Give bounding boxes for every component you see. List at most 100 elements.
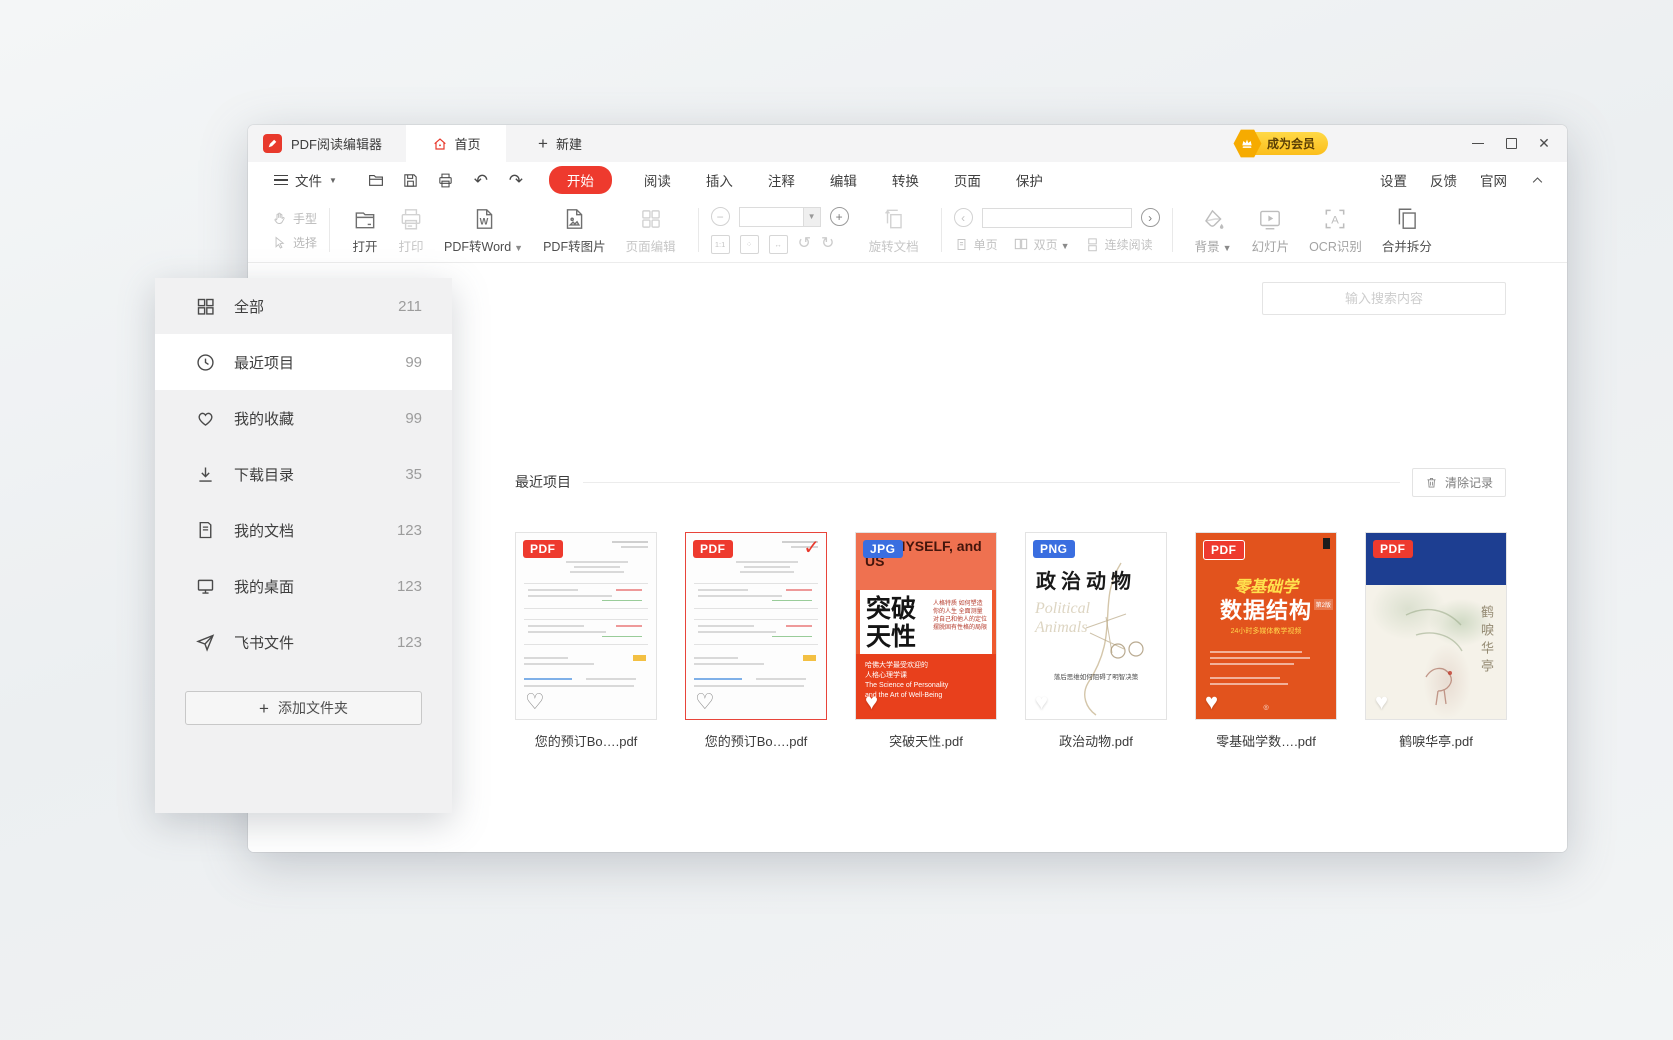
favorite-heart-icon[interactable]: ♥ (1205, 691, 1218, 713)
continuous-read-button[interactable]: 连续阅读 (1085, 236, 1153, 253)
rotate-document-button[interactable]: 旋转文档 (859, 206, 929, 255)
rotate-right-button[interactable]: ↻ (821, 236, 834, 252)
zoom-in-button[interactable]: + (830, 207, 849, 226)
chevron-down-icon: ▼ (1223, 243, 1232, 253)
sidebar-item-recent[interactable]: 最近项目 99 (155, 334, 452, 390)
select-tool-button[interactable]: 选择 (272, 234, 317, 251)
chevron-down-icon: ▼ (329, 176, 337, 185)
minimize-button[interactable] (1471, 137, 1485, 151)
file-type-badge: JPG (863, 540, 903, 558)
fit-width-button[interactable]: ↔ (769, 235, 788, 254)
single-page-label: 单页 (974, 236, 998, 253)
continuous-icon (1085, 237, 1100, 252)
chevron-down-icon: ▼ (514, 243, 523, 253)
cover-logo (1323, 538, 1330, 549)
file-menu[interactable]: 文件 ▼ (274, 170, 337, 190)
favorite-heart-icon[interactable]: ♥ (1375, 691, 1388, 713)
background-label: 背景▼ (1195, 236, 1232, 255)
prev-page-button[interactable]: ‹ (954, 208, 973, 227)
file-card-selected[interactable]: PDF ✓ ♡ 您的预订Bo….pdf (685, 532, 827, 750)
ribbon-tab-page[interactable]: 页面 (954, 170, 981, 190)
feedback-link[interactable]: 反馈 (1430, 170, 1457, 190)
website-link[interactable]: 官网 (1480, 170, 1507, 190)
file-card[interactable]: 鹤唳华亭 PDF ♥ 鹤唳华亭.pdf (1365, 532, 1507, 750)
favorite-heart-icon[interactable]: ♡ (695, 691, 715, 713)
fit-page-button[interactable]: ⁘ (740, 235, 759, 254)
file-name: 零基础学数….pdf (1195, 731, 1337, 750)
add-folder-label: 添加文件夹 (278, 698, 348, 718)
tab-new[interactable]: + 新建 (520, 125, 600, 162)
file-card[interactable]: PDF ♡ 您的预订Bo….pdf (515, 532, 657, 750)
file-type-badge: PDF (1203, 540, 1245, 560)
next-page-button[interactable]: › (1141, 208, 1160, 227)
close-button[interactable]: ✕ (1537, 137, 1551, 151)
ribbon-tab-start[interactable]: 开始 (549, 166, 612, 194)
open-button[interactable]: 打开 (342, 206, 388, 255)
printer-icon (398, 206, 424, 232)
ribbon-tab-read[interactable]: 阅读 (644, 170, 671, 190)
ribbon-tab-convert[interactable]: 转换 (892, 170, 919, 190)
ocr-button[interactable]: A OCR识别 (1299, 206, 1372, 255)
member-label: 成为会员 (1267, 135, 1315, 152)
ribbon-tab-protect[interactable]: 保护 (1016, 170, 1043, 190)
favorite-heart-icon[interactable]: ♥ (865, 691, 878, 713)
become-member-button[interactable]: 成为会员 (1242, 132, 1328, 155)
clear-records-label: 清除记录 (1445, 474, 1493, 491)
tab-home[interactable]: 首页 (406, 125, 506, 162)
favorite-heart-icon[interactable]: ♥ (1035, 691, 1048, 713)
settings-link[interactable]: 设置 (1380, 170, 1407, 190)
add-folder-button[interactable]: + 添加文件夹 (185, 691, 422, 725)
selected-check-icon: ✓ (803, 535, 820, 560)
collapse-toolbar-icon[interactable] (1530, 173, 1545, 188)
print-button[interactable]: 打印 (388, 206, 434, 255)
save-icon[interactable] (402, 171, 420, 189)
pdf-to-image-button[interactable]: PDF转图片 (533, 206, 616, 255)
single-page-button[interactable]: 单页 (954, 236, 998, 253)
sidebar-item-all[interactable]: 全部 211 (155, 278, 452, 334)
file-card[interactable]: 政治动物 Political Animals 落后思维如何阻碍了明智决策 PNG… (1025, 532, 1167, 750)
background-button[interactable]: 背景▼ (1185, 206, 1242, 255)
sidebar-item-favorites[interactable]: 我的收藏 99 (155, 390, 452, 446)
section-header: 最近项目 清除记录 (515, 468, 1506, 496)
redo-icon[interactable]: ↷ (507, 171, 525, 189)
slideshow-icon (1257, 206, 1283, 232)
hand-tool-button[interactable]: 手型 (272, 210, 317, 227)
divider (329, 208, 330, 252)
sidebar-item-feishu[interactable]: 飞书文件 123 (155, 614, 452, 670)
file-card[interactable]: ME, MYSELF, and US 突破天性 人格特质 如何塑造你的人生 全面… (855, 532, 997, 750)
file-card[interactable]: 零基础学 数据结构 第2版 24小时多媒体教学视频 ◎ PDF ♥ 零基础学数 (1195, 532, 1337, 750)
merge-split-button[interactable]: 合并拆分 (1372, 206, 1442, 255)
quick-icons: ↶ ↷ (367, 171, 525, 189)
page-number-input[interactable] (982, 208, 1132, 228)
rotate-left-button[interactable]: ↺ (798, 236, 811, 252)
hand-tool-label: 手型 (293, 210, 317, 227)
clear-records-button[interactable]: 清除记录 (1412, 468, 1506, 497)
zoom-level-select[interactable]: ▼ (739, 207, 821, 227)
single-page-icon (954, 237, 969, 252)
double-page-label: 双页▼ (1034, 236, 1070, 253)
maximize-button[interactable] (1504, 137, 1518, 151)
ribbon-tab-insert[interactable]: 插入 (706, 170, 733, 190)
undo-icon[interactable]: ↶ (472, 171, 490, 189)
actual-size-button[interactable]: 1:1 (711, 235, 730, 254)
heart-icon (195, 408, 216, 429)
sidebar-item-desktop[interactable]: 我的桌面 123 (155, 558, 452, 614)
page-edit-button[interactable]: 页面编辑 (616, 206, 686, 255)
print-icon[interactable] (437, 171, 455, 189)
double-page-button[interactable]: 双页▼ (1013, 236, 1070, 253)
favorite-heart-icon[interactable]: ♡ (525, 691, 545, 713)
ribbon-tab-edit[interactable]: 编辑 (830, 170, 857, 190)
open-file-icon[interactable] (367, 171, 385, 189)
search-input[interactable] (1262, 282, 1506, 315)
divider (941, 208, 942, 252)
pdf-to-word-button[interactable]: W PDF转Word▼ (434, 206, 533, 255)
sidebar-item-downloads[interactable]: 下载目录 35 (155, 446, 452, 502)
zoom-out-button[interactable]: − (711, 207, 730, 226)
sidebar-item-documents[interactable]: 我的文档 123 (155, 502, 452, 558)
cursor-icon (272, 235, 287, 250)
ribbon-tab-comment[interactable]: 注释 (768, 170, 795, 190)
toolbar: 手型 选择 打开 打印 W PDF转Wo (248, 198, 1567, 263)
cover-edition: 第2版 (1314, 599, 1333, 610)
slideshow-button[interactable]: 幻灯片 (1242, 206, 1300, 255)
pdf-to-word-icon: W (471, 206, 497, 232)
